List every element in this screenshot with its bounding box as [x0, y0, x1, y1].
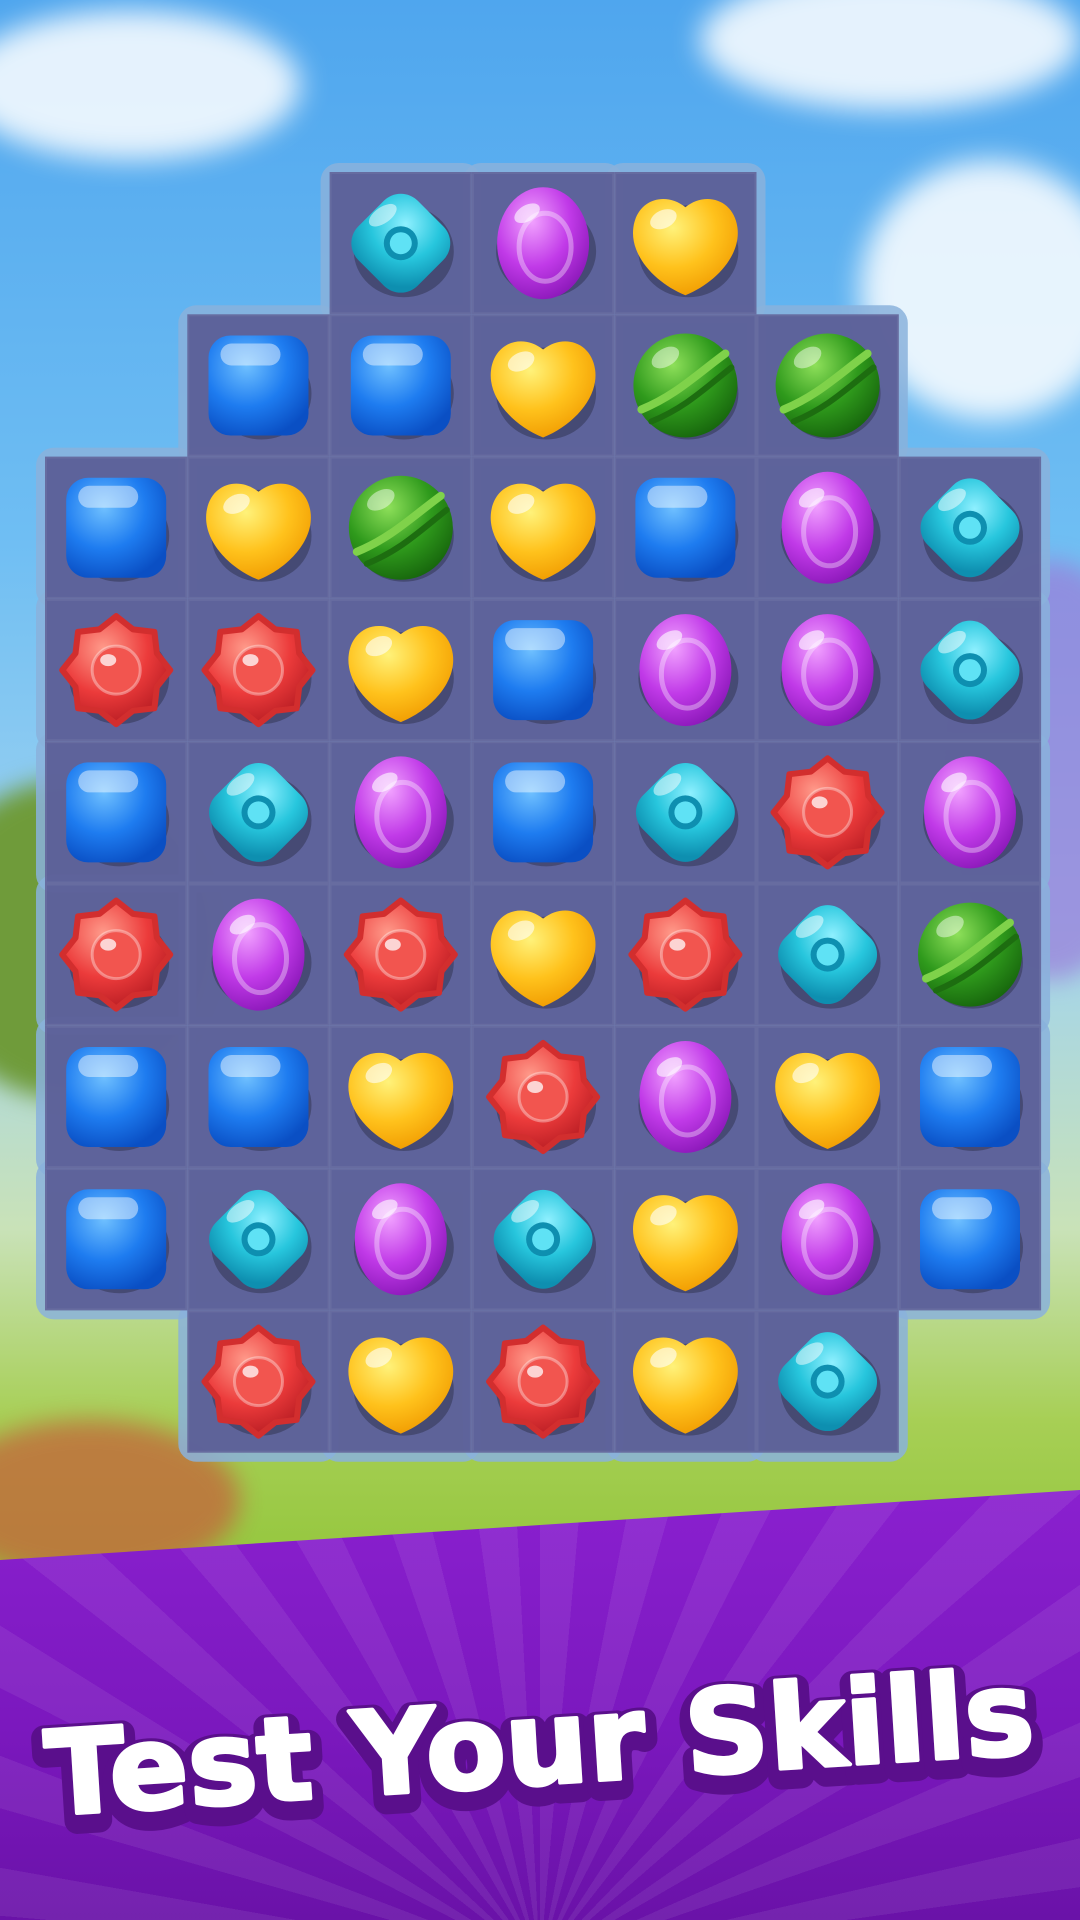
purple-oval-candy-icon[interactable]: [353, 1183, 454, 1296]
blue-square-candy-icon[interactable]: [66, 762, 170, 867]
blue-square-candy-icon[interactable]: [635, 477, 739, 582]
blue-square-candy-icon[interactable]: [920, 1189, 1023, 1294]
purple-oval-candy-icon[interactable]: [780, 1183, 881, 1296]
purple-oval-candy-icon[interactable]: [638, 614, 739, 727]
yellow-heart-candy-icon[interactable]: [348, 1337, 454, 1436]
red-flower-candy-icon[interactable]: [770, 755, 885, 870]
yellow-heart-candy-icon[interactable]: [632, 1195, 739, 1294]
blue-square-candy-icon[interactable]: [350, 335, 454, 440]
red-flower-candy-icon[interactable]: [201, 1324, 316, 1439]
yellow-heart-candy-icon[interactable]: [490, 910, 597, 1009]
red-flower-candy-icon[interactable]: [628, 897, 743, 1012]
cyan-ring-candy-icon[interactable]: [768, 895, 887, 1014]
purple-oval-candy-icon[interactable]: [780, 471, 881, 584]
red-flower-candy-icon[interactable]: [486, 1324, 601, 1439]
cyan-ring-candy-icon[interactable]: [626, 753, 745, 872]
red-flower-candy-icon[interactable]: [59, 613, 174, 728]
yellow-heart-candy-icon[interactable]: [490, 483, 597, 582]
purple-oval-candy-icon[interactable]: [211, 898, 312, 1011]
blue-square-candy-icon[interactable]: [493, 762, 597, 867]
red-flower-candy-icon[interactable]: [486, 1040, 601, 1154]
cyan-ring-candy-icon[interactable]: [341, 184, 460, 303]
green-swirl-candy-icon[interactable]: [348, 475, 454, 582]
blue-square-candy-icon[interactable]: [208, 335, 312, 440]
blue-square-candy-icon[interactable]: [66, 1189, 170, 1294]
purple-oval-candy-icon[interactable]: [496, 187, 597, 300]
cyan-ring-candy-icon[interactable]: [199, 753, 318, 872]
cyan-ring-candy-icon[interactable]: [199, 1180, 318, 1299]
purple-oval-candy-icon[interactable]: [353, 756, 454, 869]
game-scene: Test Your Skills Test Your Skills: [0, 0, 1080, 1920]
cyan-ring-candy-icon[interactable]: [911, 611, 1030, 730]
yellow-heart-candy-icon[interactable]: [632, 1337, 739, 1436]
blue-square-candy-icon[interactable]: [920, 1047, 1023, 1151]
cyan-ring-candy-icon[interactable]: [768, 1322, 887, 1441]
yellow-heart-candy-icon[interactable]: [348, 625, 454, 725]
yellow-heart-candy-icon[interactable]: [206, 483, 312, 582]
green-swirl-candy-icon[interactable]: [775, 333, 881, 440]
cyan-ring-candy-icon[interactable]: [484, 1180, 603, 1299]
yellow-heart-candy-icon[interactable]: [348, 1052, 454, 1151]
red-flower-candy-icon[interactable]: [59, 897, 174, 1012]
yellow-heart-candy-icon[interactable]: [490, 341, 597, 440]
tagline-banner-text: Test Your Skills Test Your Skills: [29, 1641, 1051, 1860]
purple-oval-candy-icon[interactable]: [923, 756, 1023, 869]
purple-oval-candy-icon[interactable]: [638, 1041, 739, 1153]
blue-square-candy-icon[interactable]: [493, 620, 597, 725]
green-swirl-candy-icon[interactable]: [633, 333, 739, 440]
cyan-ring-candy-icon[interactable]: [911, 468, 1030, 587]
blue-square-candy-icon[interactable]: [208, 1047, 312, 1151]
red-flower-candy-icon[interactable]: [201, 613, 316, 728]
blue-square-candy-icon[interactable]: [66, 477, 170, 582]
blue-square-candy-icon[interactable]: [66, 1047, 170, 1151]
yellow-heart-candy-icon[interactable]: [632, 199, 739, 298]
yellow-heart-candy-icon[interactable]: [775, 1052, 881, 1151]
purple-oval-candy-icon[interactable]: [780, 614, 881, 727]
green-swirl-candy-icon[interactable]: [918, 902, 1023, 1009]
red-flower-candy-icon[interactable]: [343, 897, 458, 1012]
